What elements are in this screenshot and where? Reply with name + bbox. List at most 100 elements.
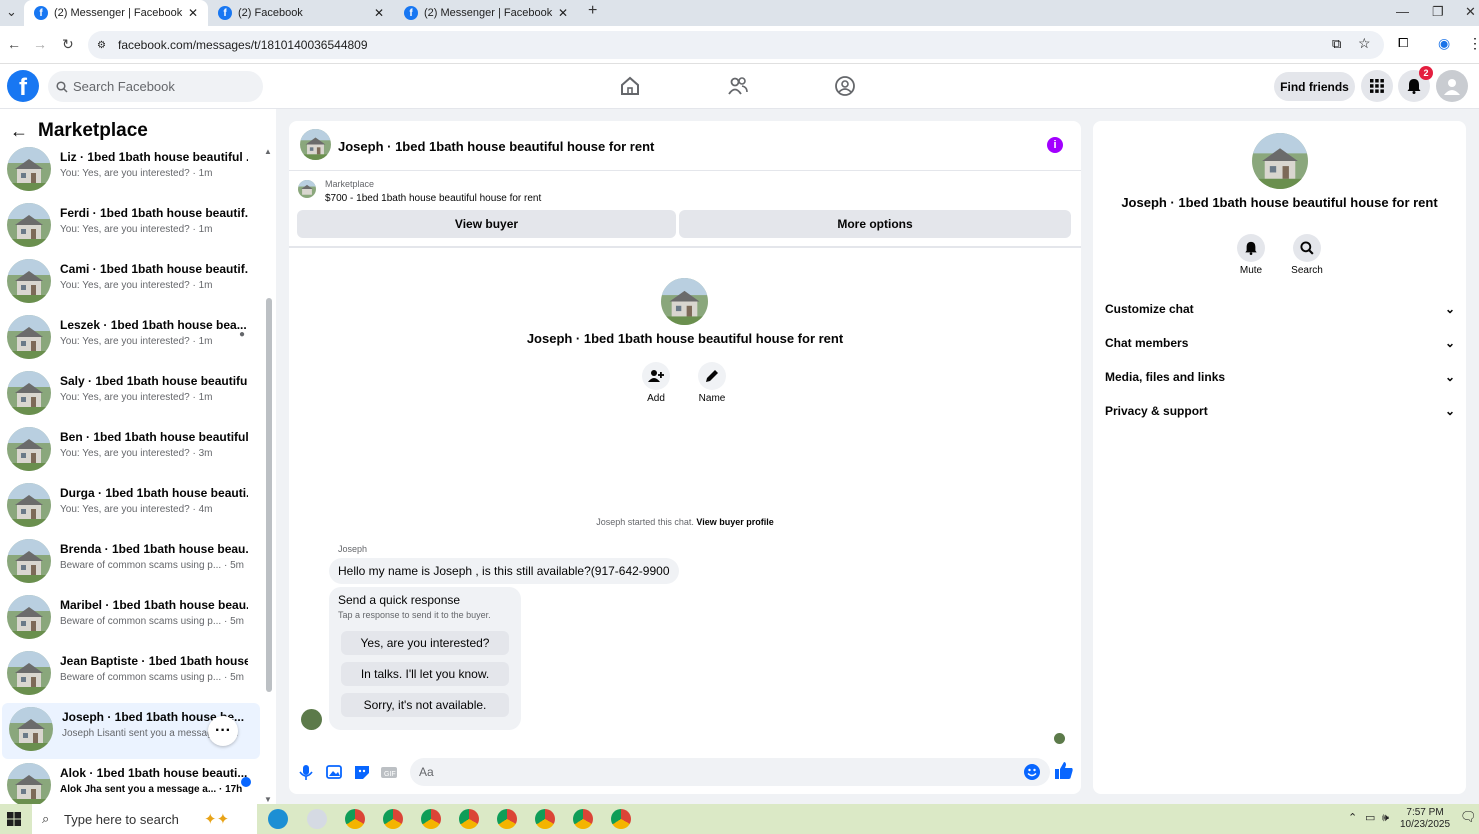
close-window-icon[interactable]: ✕ [1465,4,1476,20]
sticker-icon[interactable] [353,763,371,781]
chrome-icon[interactable] [421,809,441,829]
scroll-down-icon[interactable]: ▼ [264,795,272,804]
conversation-name: Leszek · 1bed 1bath house bea... [60,318,247,332]
extensions-icon[interactable]: ⧠ [1398,35,1408,51]
quick-reply-label: Sorry, it's not available. [363,698,487,712]
message-input[interactable]: Aa [410,758,1050,786]
view-buyer-profile-link[interactable]: View buyer profile [696,517,773,527]
accordion-chat-members[interactable]: Chat members ⌄ [1105,336,1455,350]
account-avatar[interactable] [1436,70,1468,102]
install-app-icon[interactable]: ⧉ [1332,36,1341,52]
chrome-icon[interactable] [383,809,403,829]
conversation-item[interactable]: Leszek · 1bed 1bath house bea... You: Yes… [0,311,258,367]
more-options-button[interactable]: More options [679,210,1071,238]
listing-thumbnail[interactable] [298,180,316,198]
conversation-item[interactable]: Cami · 1bed 1bath house beautif... You: Y… [0,255,258,311]
chrome-icon[interactable] [611,809,631,829]
chrome-icon[interactable] [573,809,593,829]
notification-count-badge: 2 [1419,66,1433,80]
quick-reply-button[interactable]: Yes, are you interested? [341,631,509,655]
chrome-icon[interactable] [497,809,517,829]
accordion-privacy-support[interactable]: Privacy & support ⌄ [1105,404,1455,418]
conversation-item[interactable]: Durga · 1bed 1bath house beauti... You: Y… [0,479,258,535]
minimize-icon[interactable]: — [1396,4,1409,19]
browser-tab-3[interactable]: f (2) Messenger | Facebook ✕ [394,0,578,26]
back-arrow-icon[interactable]: ← [10,121,28,142]
windows-start-icon[interactable] [7,812,21,826]
facebook-logo-icon[interactable]: f [7,70,39,102]
address-bar[interactable]: ⚙ facebook.com/messages/t/18101400365448… [88,31,1384,59]
more-actions-icon[interactable]: ··· [208,716,238,746]
chat-header-avatar[interactable] [300,129,331,160]
conversation-item[interactable]: Ferdi · 1bed 1bath house beautif... You: … [0,199,258,255]
accordion-customize-chat[interactable]: Customize chat ⌄ [1105,302,1455,316]
site-info-icon[interactable]: ⚙ [97,40,106,51]
taskbar-clock[interactable]: 7:57 PM 10/23/2025 [1400,807,1450,831]
close-tab-icon[interactable]: ✕ [188,6,198,20]
emoji-icon[interactable] [1023,763,1041,781]
conversation-preview: You: Yes, are you interested? · 1m [60,336,213,347]
profile-icon[interactable]: ◉ [1438,35,1450,52]
volume-icon[interactable]: 🕪 [1382,812,1389,824]
edit-name-button[interactable] [698,362,726,390]
restore-icon[interactable]: ❐ [1432,4,1444,20]
home-icon[interactable] [619,75,641,97]
conversation-item[interactable]: Liz · 1bed 1bath house beautiful ... You:… [0,143,258,199]
thumbs-up-icon[interactable] [1054,761,1074,781]
menu-grid-icon[interactable] [1361,70,1393,102]
listing-divider [289,246,1081,248]
incoming-message-bubble[interactable]: Hello my name is Joseph , is this still … [329,558,679,584]
edge-browser-icon[interactable] [268,809,288,829]
quick-reply-button[interactable]: In talks. I'll let you know. [341,662,509,686]
conversation-item[interactable]: Joseph · 1bed 1bath house be... Joseph Li… [2,703,260,759]
chrome-menu-icon[interactable]: ⋮ [1468,35,1479,52]
quick-response-card: Send a quick response Tap a response to … [329,587,521,730]
groups-icon[interactable] [834,75,856,97]
browser-tab-1[interactable]: f (2) Messenger | Facebook ✕ [24,0,208,26]
reload-icon[interactable]: ↻ [62,36,74,53]
microphone-icon[interactable] [297,763,315,781]
tray-chevron-up-icon[interactable]: ⌃ [1348,812,1357,824]
friends-icon[interactable] [727,75,749,97]
find-friends-button[interactable]: Find friends [1274,72,1355,101]
conversation-item[interactable]: Brenda · 1bed 1bath house beau... Beware … [0,535,258,591]
chat-profile-avatar[interactable] [661,278,708,325]
sidebar-scrollbar[interactable] [266,298,272,692]
listing-title[interactable]: $700 - 1bed 1bath house beautiful house … [325,193,541,204]
view-buyer-button[interactable]: View buyer [297,210,676,238]
quick-reply-button[interactable]: Sorry, it's not available. [341,693,509,717]
chrome-icon[interactable] [345,809,365,829]
chrome-icon[interactable] [459,809,479,829]
back-icon[interactable]: ← [7,36,21,52]
app-icon[interactable] [307,809,327,829]
scroll-up-icon[interactable]: ▲ [264,147,272,156]
taskbar-search-input[interactable]: ⌕ Type here to search ✦✦ [32,804,257,834]
conversation-item[interactable]: Jean Baptiste · 1bed 1bath house... Bewar… [0,647,258,703]
browser-tab-2[interactable]: f (2) Facebook ✕ [208,0,394,26]
chat-info-icon[interactable]: i [1047,137,1063,153]
close-tab-icon[interactable]: ✕ [374,6,384,20]
conversation-item[interactable]: Maribel · 1bed 1bath house beau... Beware… [0,591,258,647]
search-conversation-button[interactable] [1293,234,1321,262]
details-avatar[interactable] [1252,133,1308,189]
gif-icon[interactable]: GIF [380,763,398,781]
mute-button[interactable] [1237,234,1265,262]
tab-search-icon[interactable]: ⌄ [6,4,17,20]
add-people-button[interactable] [642,362,670,390]
conversation-item[interactable]: Saly · 1bed 1bath house beautifu... You: … [0,367,258,423]
copilot-sparkle-icon[interactable]: ✦✦ [204,810,229,828]
forward-icon[interactable]: → [33,36,47,52]
facebook-search-input[interactable]: Search Facebook [48,71,263,102]
new-tab-icon[interactable]: + [588,2,597,20]
conversation-item[interactable]: Ben · 1bed 1bath house beautiful... You: … [0,423,258,479]
notification-center-icon[interactable]: 🗨 [1460,810,1477,823]
network-icon[interactable]: ▭ [1365,812,1375,824]
photo-icon[interactable] [325,763,343,781]
accordion-media-files-links[interactable]: Media, files and links ⌄ [1105,370,1455,384]
chat-details-panel: Joseph · 1bed 1bath house beautiful hous… [1093,121,1466,794]
close-tab-icon[interactable]: ✕ [558,6,568,20]
bookmark-star-icon[interactable]: ☆ [1358,35,1371,52]
chrome-icon[interactable] [535,809,555,829]
sender-avatar[interactable] [301,709,322,730]
conversation-avatar [7,371,51,415]
